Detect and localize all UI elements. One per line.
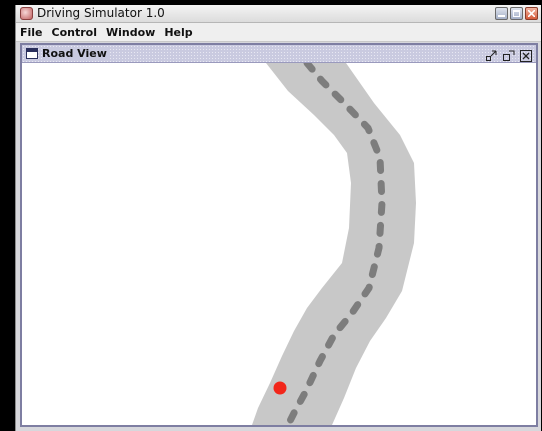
window-controls [495,7,538,20]
minimize-icon[interactable] [495,7,508,20]
road-drawing [252,63,416,425]
menu-control[interactable]: Control [52,26,97,39]
road [252,63,416,425]
frame-icon [26,48,38,59]
title-bar[interactable]: Driving Simulator 1.0 [16,5,541,23]
menu-help[interactable]: Help [164,26,192,39]
app-title: Driving Simulator 1.0 [37,6,165,20]
frame-title: Road View [42,47,109,60]
close-icon[interactable] [520,47,532,62]
menu-file[interactable]: File [20,26,43,39]
menu-bar: File Control Window Help [16,23,541,42]
car-marker [273,381,287,395]
iconify-icon[interactable] [486,47,498,61]
road-view-canvas[interactable] [22,63,536,425]
road-view-frame: Road View [20,43,538,427]
maximize-icon[interactable] [510,7,523,20]
app-icon [20,7,33,20]
restore-icon[interactable] [503,47,515,61]
desktop-pane: Road View [16,42,541,431]
frame-controls [486,47,532,62]
frame-title-bar[interactable]: Road View [22,45,536,63]
menu-window[interactable]: Window [106,26,155,39]
close-icon[interactable] [525,7,538,20]
main-window: Driving Simulator 1.0 File Control Windo… [15,5,541,431]
